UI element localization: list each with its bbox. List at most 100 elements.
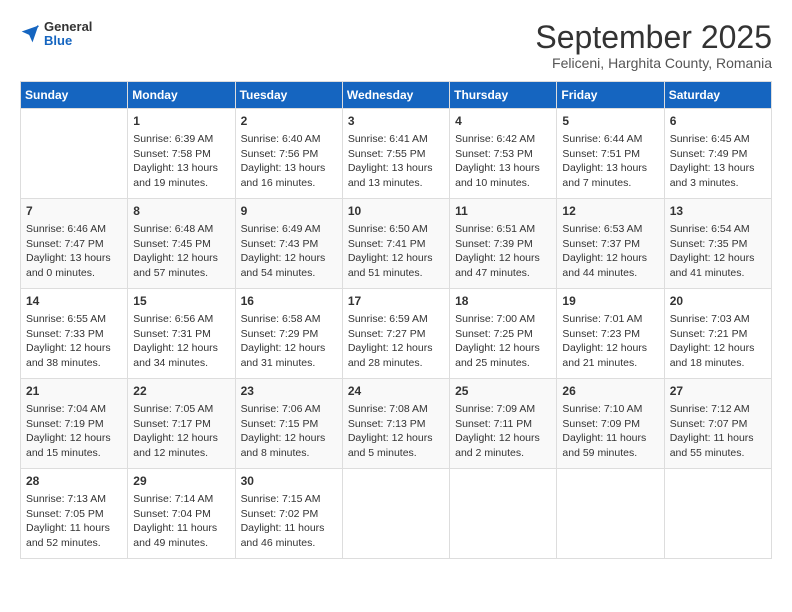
page-title: September 2025 bbox=[535, 20, 772, 55]
calendar-cell: 4 Sunrise: 6:42 AMSunset: 7:53 PMDaylight… bbox=[450, 109, 557, 199]
day-number: 28 bbox=[26, 473, 122, 490]
day-number: 19 bbox=[562, 293, 658, 310]
day-number: 12 bbox=[562, 203, 658, 220]
page-subtitle: Feliceni, Harghita County, Romania bbox=[535, 55, 772, 71]
calendar-cell: 30 Sunrise: 7:15 AMSunset: 7:02 PMDayligh… bbox=[235, 469, 342, 559]
calendar-cell: 20 Sunrise: 7:03 AMSunset: 7:21 PMDayligh… bbox=[664, 289, 771, 379]
header-friday: Friday bbox=[557, 82, 664, 109]
calendar-cell: 21 Sunrise: 7:04 AMSunset: 7:19 PMDayligh… bbox=[21, 379, 128, 469]
day-info: Sunrise: 6:41 AMSunset: 7:55 PMDaylight:… bbox=[348, 132, 444, 191]
logo: General Blue bbox=[20, 20, 92, 49]
logo-general: General bbox=[44, 20, 92, 34]
day-number: 21 bbox=[26, 383, 122, 400]
calendar-cell bbox=[342, 469, 449, 559]
day-info: Sunrise: 6:45 AMSunset: 7:49 PMDaylight:… bbox=[670, 132, 766, 191]
day-info: Sunrise: 6:53 AMSunset: 7:37 PMDaylight:… bbox=[562, 222, 658, 281]
day-info: Sunrise: 7:15 AMSunset: 7:02 PMDaylight:… bbox=[241, 492, 337, 551]
calendar-cell: 5Sunrise: 6:44 AMSunset: 7:51 PMDaylight… bbox=[557, 109, 664, 199]
day-number: 23 bbox=[241, 383, 337, 400]
day-info: Sunrise: 7:01 AMSunset: 7:23 PMDaylight:… bbox=[562, 312, 658, 371]
header-row: SundayMondayTuesdayWednesdayThursdayFrid… bbox=[21, 82, 772, 109]
calendar-cell: 3 Sunrise: 6:41 AMSunset: 7:55 PMDaylight… bbox=[342, 109, 449, 199]
day-number: 27 bbox=[670, 383, 766, 400]
day-info: Sunrise: 7:03 AMSunset: 7:21 PMDaylight:… bbox=[670, 312, 766, 371]
day-number: 25 bbox=[455, 383, 551, 400]
calendar-cell: 16Sunrise: 6:58 AMSunset: 7:29 PMDayligh… bbox=[235, 289, 342, 379]
calendar-cell: 24 Sunrise: 7:08 AMSunset: 7:13 PMDayligh… bbox=[342, 379, 449, 469]
day-number: 9 bbox=[241, 203, 337, 220]
calendar-table: SundayMondayTuesdayWednesdayThursdayFrid… bbox=[20, 81, 772, 559]
day-number: 6 bbox=[670, 113, 766, 130]
day-number: 29 bbox=[133, 473, 229, 490]
calendar-cell bbox=[450, 469, 557, 559]
calendar-cell: 18 Sunrise: 7:00 AMSunset: 7:25 PMDayligh… bbox=[450, 289, 557, 379]
day-info: Sunrise: 7:13 AMSunset: 7:05 PMDaylight:… bbox=[26, 492, 122, 551]
day-number: 20 bbox=[670, 293, 766, 310]
day-number: 22 bbox=[133, 383, 229, 400]
day-number: 7 bbox=[26, 203, 122, 220]
calendar-cell bbox=[664, 469, 771, 559]
calendar-cell: 13Sunrise: 6:54 AMSunset: 7:35 PMDayligh… bbox=[664, 199, 771, 289]
calendar-cell bbox=[21, 109, 128, 199]
day-number: 1 bbox=[133, 113, 229, 130]
header-saturday: Saturday bbox=[664, 82, 771, 109]
day-info: Sunrise: 6:56 AMSunset: 7:31 PMDaylight:… bbox=[133, 312, 229, 371]
calendar-body: 1 Sunrise: 6:39 AMSunset: 7:58 PMDaylight… bbox=[21, 109, 772, 559]
day-info: Sunrise: 7:09 AMSunset: 7:11 PMDaylight:… bbox=[455, 402, 551, 461]
day-info: Sunrise: 6:46 AMSunset: 7:47 PMDaylight:… bbox=[26, 222, 122, 281]
calendar-cell: 14Sunrise: 6:55 AMSunset: 7:33 PMDayligh… bbox=[21, 289, 128, 379]
week-row-2: 7 Sunrise: 6:46 AMSunset: 7:47 PMDaylight… bbox=[21, 199, 772, 289]
day-info: Sunrise: 6:39 AMSunset: 7:58 PMDaylight:… bbox=[133, 132, 229, 191]
calendar-cell: 2 Sunrise: 6:40 AMSunset: 7:56 PMDaylight… bbox=[235, 109, 342, 199]
calendar-cell: 12 Sunrise: 6:53 AMSunset: 7:37 PMDayligh… bbox=[557, 199, 664, 289]
day-info: Sunrise: 7:08 AMSunset: 7:13 PMDaylight:… bbox=[348, 402, 444, 461]
calendar-cell: 29 Sunrise: 7:14 AMSunset: 7:04 PMDayligh… bbox=[128, 469, 235, 559]
week-row-5: 28 Sunrise: 7:13 AMSunset: 7:05 PMDayligh… bbox=[21, 469, 772, 559]
logo-blue: Blue bbox=[44, 34, 92, 48]
day-info: Sunrise: 7:05 AMSunset: 7:17 PMDaylight:… bbox=[133, 402, 229, 461]
calendar-cell: 7 Sunrise: 6:46 AMSunset: 7:47 PMDaylight… bbox=[21, 199, 128, 289]
day-number: 10 bbox=[348, 203, 444, 220]
calendar-cell: 15Sunrise: 6:56 AMSunset: 7:31 PMDayligh… bbox=[128, 289, 235, 379]
day-number: 30 bbox=[241, 473, 337, 490]
day-info: Sunrise: 6:42 AMSunset: 7:53 PMDaylight:… bbox=[455, 132, 551, 191]
calendar-cell: 11Sunrise: 6:51 AMSunset: 7:39 PMDayligh… bbox=[450, 199, 557, 289]
day-info: Sunrise: 6:44 AMSunset: 7:51 PMDaylight:… bbox=[562, 132, 658, 191]
day-info: Sunrise: 7:10 AMSunset: 7:09 PMDaylight:… bbox=[562, 402, 658, 461]
day-info: Sunrise: 7:04 AMSunset: 7:19 PMDaylight:… bbox=[26, 402, 122, 461]
day-number: 16 bbox=[241, 293, 337, 310]
day-info: Sunrise: 6:54 AMSunset: 7:35 PMDaylight:… bbox=[670, 222, 766, 281]
day-number: 26 bbox=[562, 383, 658, 400]
day-number: 24 bbox=[348, 383, 444, 400]
header-sunday: Sunday bbox=[21, 82, 128, 109]
day-info: Sunrise: 6:55 AMSunset: 7:33 PMDaylight:… bbox=[26, 312, 122, 371]
title-block: September 2025 Feliceni, Harghita County… bbox=[535, 20, 772, 71]
header-thursday: Thursday bbox=[450, 82, 557, 109]
calendar-cell: 25 Sunrise: 7:09 AMSunset: 7:11 PMDayligh… bbox=[450, 379, 557, 469]
day-info: Sunrise: 7:00 AMSunset: 7:25 PMDaylight:… bbox=[455, 312, 551, 371]
day-info: Sunrise: 6:49 AMSunset: 7:43 PMDaylight:… bbox=[241, 222, 337, 281]
day-number: 17 bbox=[348, 293, 444, 310]
calendar-cell: 19 Sunrise: 7:01 AMSunset: 7:23 PMDayligh… bbox=[557, 289, 664, 379]
day-number: 2 bbox=[241, 113, 337, 130]
calendar-cell: 6 Sunrise: 6:45 AMSunset: 7:49 PMDaylight… bbox=[664, 109, 771, 199]
day-info: Sunrise: 7:06 AMSunset: 7:15 PMDaylight:… bbox=[241, 402, 337, 461]
day-number: 3 bbox=[348, 113, 444, 130]
header-wednesday: Wednesday bbox=[342, 82, 449, 109]
calendar-cell bbox=[557, 469, 664, 559]
calendar-cell: 23 Sunrise: 7:06 AMSunset: 7:15 PMDayligh… bbox=[235, 379, 342, 469]
day-number: 4 bbox=[455, 113, 551, 130]
week-row-3: 14Sunrise: 6:55 AMSunset: 7:33 PMDayligh… bbox=[21, 289, 772, 379]
calendar-cell: 1 Sunrise: 6:39 AMSunset: 7:58 PMDaylight… bbox=[128, 109, 235, 199]
day-number: 8 bbox=[133, 203, 229, 220]
calendar-cell: 27Sunrise: 7:12 AMSunset: 7:07 PMDayligh… bbox=[664, 379, 771, 469]
day-number: 18 bbox=[455, 293, 551, 310]
week-row-4: 21 Sunrise: 7:04 AMSunset: 7:19 PMDayligh… bbox=[21, 379, 772, 469]
day-info: Sunrise: 7:14 AMSunset: 7:04 PMDaylight:… bbox=[133, 492, 229, 551]
header-monday: Monday bbox=[128, 82, 235, 109]
logo-icon bbox=[20, 24, 40, 44]
day-info: Sunrise: 6:40 AMSunset: 7:56 PMDaylight:… bbox=[241, 132, 337, 191]
calendar-cell: 26 Sunrise: 7:10 AMSunset: 7:09 PMDayligh… bbox=[557, 379, 664, 469]
day-info: Sunrise: 6:50 AMSunset: 7:41 PMDaylight:… bbox=[348, 222, 444, 281]
day-info: Sunrise: 6:51 AMSunset: 7:39 PMDaylight:… bbox=[455, 222, 551, 281]
